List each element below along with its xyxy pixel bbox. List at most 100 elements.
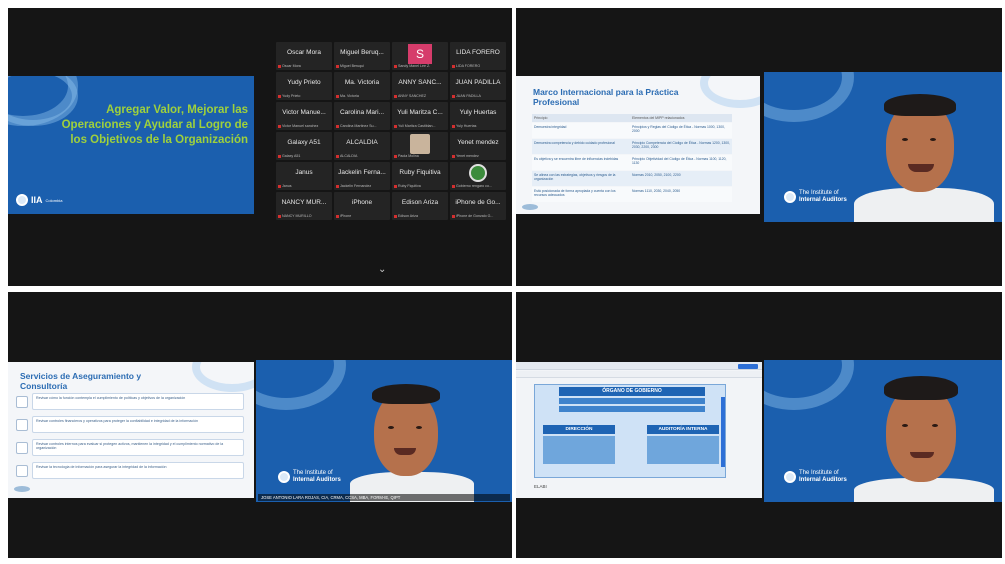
brand-text: The Institute of Internal Auditors: [799, 470, 847, 484]
participant-tile[interactable]: JUAN PADILLA JUAN PADILLA: [450, 72, 506, 100]
participant-tile[interactable]: Galaxy A51 Galaxy A51: [276, 132, 332, 160]
service-item: Revisar cómo la función contempla el cum…: [16, 392, 244, 411]
table-row: Se alinea con las estrategias, objetivos…: [532, 171, 732, 186]
participant-display-name: Jackelin Ferna...: [338, 169, 386, 176]
globe-icon: [278, 471, 290, 483]
participant-muted-name: ANNY SANCHEZ: [394, 94, 426, 98]
participant-muted-name: JUAN PADILLA: [452, 94, 481, 98]
iia-logo: The Institute of Internal Auditors: [278, 470, 341, 484]
participant-tile[interactable]: Oscar Mora Oscar Mora: [276, 42, 332, 70]
participant-tile[interactable]: Edison Ariza Edison Ariza: [392, 192, 448, 220]
participant-tile[interactable]: iPhone de Go... iPhone de Gonzalo G...: [450, 192, 506, 220]
participant-tile[interactable]: Victor Manue... Victor Manuel sanchez: [276, 102, 332, 130]
participant-muted-name: Ma. Victoria: [336, 94, 359, 98]
scroll-up-icon[interactable]: ⌃: [382, 8, 390, 15]
participant-display-name: JUAN PADILLA: [455, 79, 501, 86]
iia-logo: [522, 204, 538, 210]
globe-icon: [784, 191, 796, 203]
participant-tile[interactable]: Miguel Beruq... Miguel Beruqui: [334, 42, 390, 70]
slide-decoration: [700, 76, 760, 108]
video-quadrant-top-right: Marco Internacional para la Práctica Pro…: [516, 8, 1002, 286]
eye: [388, 426, 394, 429]
participant-display-name: Yuly Huertas: [459, 109, 497, 116]
participant-tile[interactable]: ANNY SANC... ANNY SANCHEZ: [392, 72, 448, 100]
mouth: [908, 164, 934, 172]
side-arrow: [721, 397, 725, 467]
participant-muted-name: Yuli Maritza Castiblan...: [394, 124, 436, 128]
participant-tile[interactable]: Gobierno rengaro co...: [450, 162, 506, 190]
table-cell: Está posicionada de forma apropiada y cu…: [534, 189, 616, 197]
speaker-video: The Institute of Internal Auditors: [764, 360, 1002, 502]
slide-decoration: [192, 362, 254, 392]
slide-title: Servicios de Aseguramiento y Consultoría: [20, 371, 142, 391]
table-cell: Principio Competencia del Código de Étic…: [632, 141, 731, 149]
participant-tile[interactable]: Carolina Mari... Carolina Martinez Su...: [334, 102, 390, 130]
globe-icon: [16, 194, 28, 206]
document-ribbon[interactable]: [516, 371, 762, 378]
participant-muted-name: Paola Molina: [394, 154, 419, 158]
participant-tile[interactable]: Yudy Prieto Yudy Prieto: [276, 72, 332, 100]
brand-line-2: Internal Auditors: [799, 477, 847, 483]
service-item: Revisar controles internos para evaluar …: [16, 438, 244, 457]
participant-tile[interactable]: NANCY MUR... NANCY MURILLO: [276, 192, 332, 220]
brand-line-1: The Institute of: [293, 470, 333, 476]
chart-bar: [559, 398, 705, 404]
participant-muted-name: Carolina Martinez Su...: [336, 124, 377, 128]
shared-slide: Agregar Valor, Mejorar las Operaciones y…: [8, 76, 254, 214]
hair: [884, 94, 956, 116]
participant-muted-name: Jackelin Fernandez: [336, 184, 371, 188]
participant-display-name: Miguel Beruq...: [340, 49, 384, 56]
participant-tile[interactable]: iPhone iPhone: [334, 192, 390, 220]
participant-display-name: Ruby Fiquitiva: [399, 169, 441, 176]
check-icon: [16, 464, 28, 477]
participant-tile[interactable]: Ruby Fiquitiva Ruby Fiquitiva: [392, 162, 448, 190]
shared-document: ÓRGANO DE GOBIERNO DIRECCIÓN AUDITORÍA I…: [516, 362, 762, 498]
table-cell: Demuestra integridad: [534, 125, 567, 129]
participant-tile[interactable]: Yuli Maritza C... Yuli Maritza Castiblan.…: [392, 102, 448, 130]
participant-tile[interactable]: Jackelin Ferna... Jackelin Fernandez: [334, 162, 390, 190]
service-list: Revisar cómo la función contempla el cum…: [16, 392, 244, 484]
participant-display-name: Oscar Mora: [287, 49, 321, 56]
participant-tile[interactable]: S Sandy Manel Lee Z.: [392, 42, 448, 70]
participant-tile[interactable]: LIDA FORERO LIDA FORERO: [450, 42, 506, 70]
participant-display-name: Victor Manue...: [282, 109, 326, 116]
participant-display-name: Carolina Mari...: [339, 109, 385, 116]
participant-tile[interactable]: Yenet mendez Yenet mendez: [450, 132, 506, 160]
scroll-down-icon[interactable]: ⌄: [378, 264, 386, 275]
table-header-cell: Principio: [534, 116, 548, 120]
shared-slide: Marco Internacional para la Práctica Pro…: [516, 76, 760, 214]
share-button[interactable]: [738, 364, 758, 369]
video-quadrant-top-left: ⌃ Agregar Valor, Mejorar las Operaciones…: [8, 8, 512, 286]
participant-tile[interactable]: Ma. Victoria Ma. Victoria: [334, 72, 390, 100]
service-item-text: Revisar cómo la función contempla el cum…: [32, 393, 244, 410]
participant-tile[interactable]: Janus Janus: [276, 162, 332, 190]
participant-muted-name: NANCY MURILLO: [278, 214, 312, 218]
direction-box: DIRECCIÓN: [543, 425, 615, 434]
eye: [930, 138, 936, 141]
hair: [372, 384, 440, 404]
participant-gallery: Oscar Mora Oscar Mora Miguel Beruq... Migue…: [276, 42, 508, 250]
document-footer: ELABI: [534, 484, 547, 489]
audit-detail: [647, 436, 719, 464]
participant-muted-name: Yuly Huertas: [452, 124, 476, 128]
participant-display-name: Yenet mendez: [457, 139, 499, 146]
background-decoration: [764, 72, 854, 122]
check-icon: [16, 418, 28, 431]
participant-tile[interactable]: ALCALDIA ALCALDIA: [334, 132, 390, 160]
service-item: Revisar la tecnología de información par…: [16, 461, 244, 480]
participant-tile[interactable]: Yuly Huertas Yuly Huertas: [450, 102, 506, 130]
direction-detail: [543, 436, 615, 464]
participant-tile[interactable]: Paola Molina: [392, 132, 448, 160]
hair: [884, 376, 958, 400]
participant-muted-name: LIDA FORERO: [452, 64, 480, 68]
table-row: Demuestra integridad Principios y Reglas …: [532, 123, 732, 138]
table-header-cell: Elementos del MIPP relacionados: [632, 116, 685, 120]
iia-logo: The Institute of Internal Auditors: [784, 470, 847, 484]
table-cell: Es objetiva y se encuentra libre de infl…: [534, 157, 619, 161]
participant-muted-name: ALCALDIA: [336, 154, 357, 158]
iia-logo: [14, 486, 30, 492]
participant-muted-name: Yudy Prieto: [278, 94, 300, 98]
service-item-text: Revisar la tecnología de información par…: [32, 462, 244, 479]
document-toolbar[interactable]: [516, 362, 762, 370]
speaker-video: The Institute of Internal Auditors JOSE A…: [256, 360, 512, 502]
